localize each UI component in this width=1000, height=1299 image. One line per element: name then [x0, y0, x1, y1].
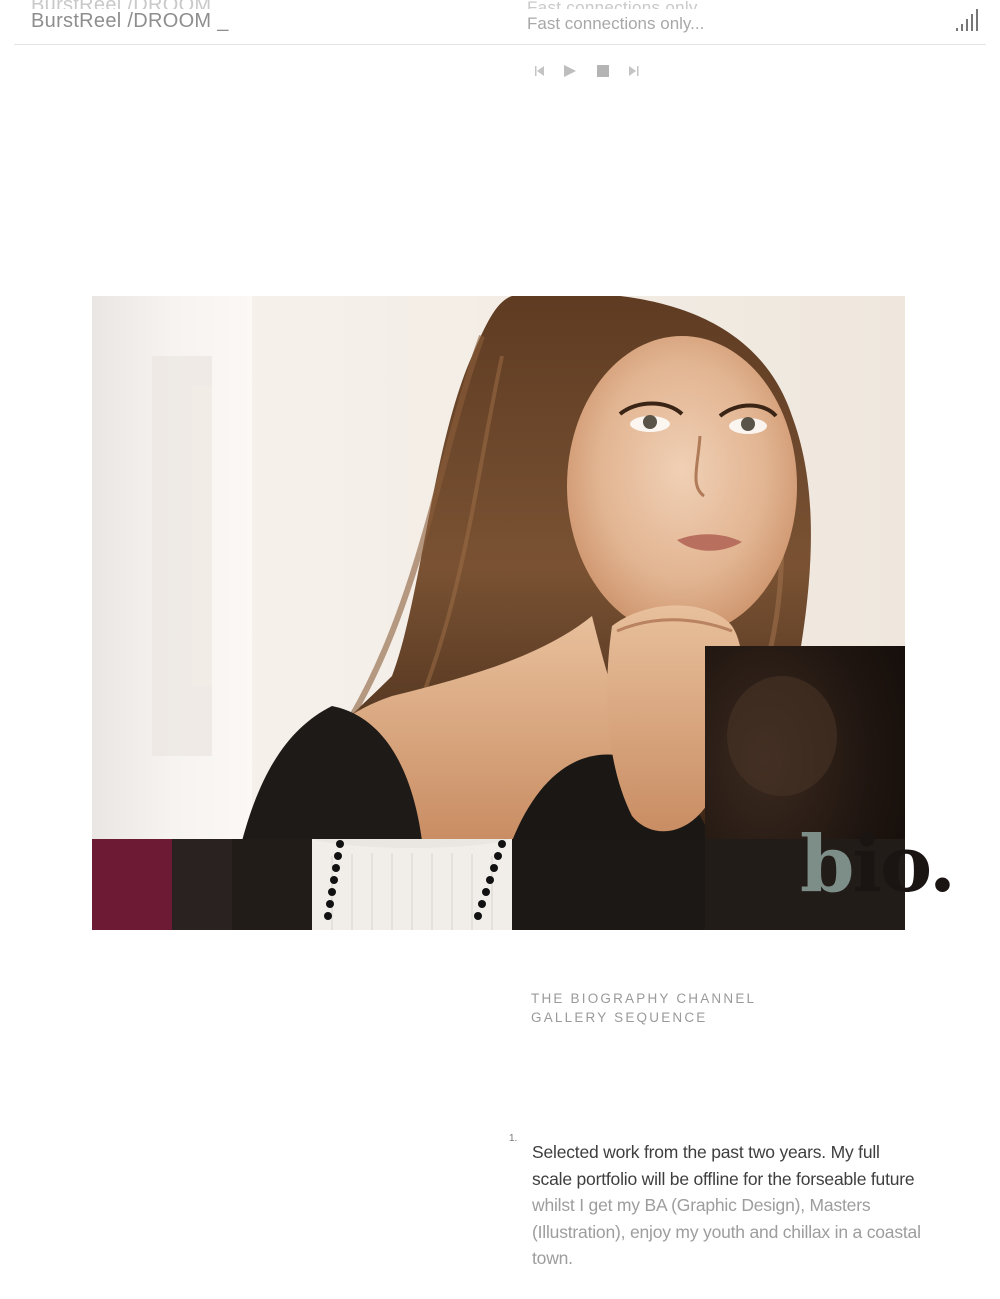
bio-title: bio. — [800, 819, 956, 910]
sequence-controls — [530, 62, 650, 80]
play-icon[interactable] — [560, 62, 578, 80]
skip-forward-icon[interactable] — [625, 62, 643, 80]
paragraph-number: 1. — [509, 1133, 518, 1144]
skip-back-icon[interactable] — [530, 62, 548, 80]
hero-gallery[interactable]: bio. — [92, 296, 956, 930]
bio-title-rest: io. — [852, 819, 956, 910]
intro-text-light: whilst I get my BA (Graphic Design), Mas… — [532, 1195, 921, 1268]
gallery-caption: THE BIOGRAPHY CHANNEL GALLERY SEQUENCE — [531, 989, 756, 1027]
intro-paragraph: Selected work from the past two years. M… — [532, 1139, 924, 1272]
header-divider — [14, 44, 986, 45]
signal-strength-icon[interactable] — [954, 5, 984, 31]
top-bar: BurstReel /DROOM BurstReel /DROOM _ Fast… — [0, 0, 1000, 46]
stop-icon[interactable] — [594, 62, 612, 80]
caption-line-2: GALLERY SEQUENCE — [531, 1010, 708, 1025]
caption-line-1: THE BIOGRAPHY CHANNEL — [531, 991, 757, 1006]
site-brand[interactable]: BurstReel /DROOM _ — [31, 10, 229, 33]
portrait-photo — [92, 296, 905, 930]
connection-note: Fast connections only... — [527, 14, 705, 33]
intro-text-dark: Selected work from the past two years. M… — [532, 1142, 915, 1189]
